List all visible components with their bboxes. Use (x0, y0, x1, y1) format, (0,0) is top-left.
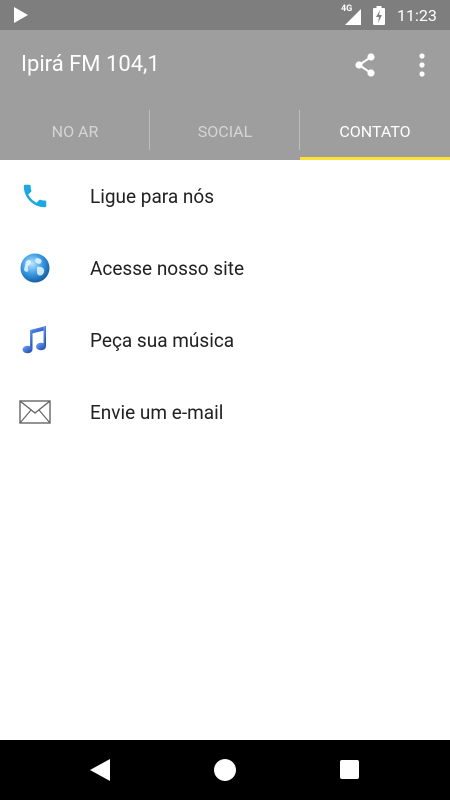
back-icon[interactable] (90, 759, 110, 781)
tab-bar: NO AR SOCIAL CONTATO (0, 102, 450, 160)
music-note-icon (18, 323, 52, 357)
list-item-label: Envie um e-mail (90, 400, 224, 424)
list-item-email[interactable]: Envie um e-mail (0, 376, 450, 448)
list-item-call[interactable]: Ligue para nós (0, 160, 450, 232)
home-icon[interactable] (214, 759, 236, 781)
recents-icon[interactable] (340, 760, 359, 779)
tab-label: NO AR (51, 121, 99, 141)
tab-label: SOCIAL (197, 121, 253, 141)
list-item-label: Acesse nosso site (90, 256, 245, 280)
status-bar: 4G 11:23 (0, 0, 450, 30)
signal-icon (345, 9, 361, 25)
tab-contato[interactable]: CONTATO (300, 102, 450, 160)
app-title: Ipirá FM 104,1 (21, 52, 160, 77)
list-item-website[interactable]: Acesse nosso site (0, 232, 450, 304)
contact-list: Ligue para nós Acesse nosso site Peça su… (0, 160, 450, 448)
app-bar: Ipirá FM 104,1 (0, 30, 450, 102)
tab-no-ar[interactable]: NO AR (0, 102, 150, 160)
status-time: 11:23 (397, 6, 437, 25)
battery-charging-icon (373, 6, 385, 25)
tab-social[interactable]: SOCIAL (150, 102, 300, 160)
media-play-icon (14, 7, 28, 23)
phone-icon (18, 179, 52, 213)
list-item-label: Peça sua música (90, 328, 235, 352)
system-nav-bar (0, 740, 450, 800)
tab-label: CONTATO (339, 121, 411, 141)
list-item-label: Ligue para nós (90, 184, 215, 208)
screen: 4G 11:23 Ipirá FM 104,1 NO AR SOCIAL CON… (0, 0, 450, 800)
share-icon[interactable] (352, 52, 378, 78)
list-item-request-song[interactable]: Peça sua música (0, 304, 450, 376)
more-vert-icon[interactable] (412, 52, 432, 78)
globe-icon (18, 251, 52, 285)
envelope-icon (18, 395, 52, 429)
